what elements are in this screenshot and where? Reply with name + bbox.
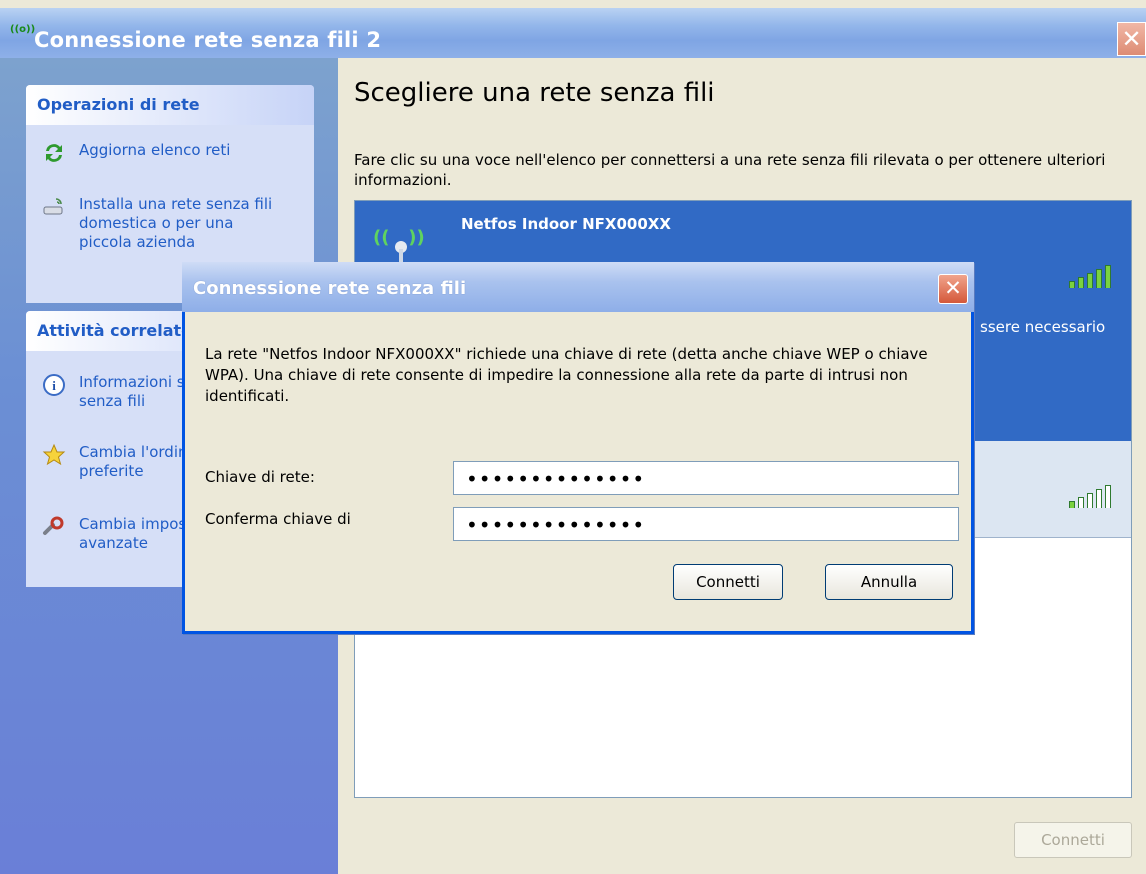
star-icon [42, 443, 66, 467]
signal-strength-icon [1069, 485, 1111, 508]
window-close-button[interactable]: ✕ [1117, 22, 1146, 56]
confirm-key-label: Conferma chiave di [205, 510, 351, 528]
network-key-input[interactable]: •••••••••••••• [453, 461, 959, 495]
network-tasks-heading: Operazioni di rete [26, 85, 314, 125]
dialog-titlebar[interactable]: Connessione rete senza fili ✕ [182, 262, 974, 312]
dialog-title: Connessione rete senza fili [193, 278, 467, 299]
setup-wizard-icon [42, 195, 66, 219]
refresh-icon [42, 141, 66, 165]
page-title: Scegliere una rete senza fili [354, 78, 715, 108]
task-label-line: Installa una rete senza fili [79, 195, 273, 213]
network-key-dialog: Connessione rete senza fili ✕ La rete "N… [182, 262, 974, 634]
svg-text:i: i [52, 378, 56, 393]
network-key-label: Chiave di rete: [205, 468, 315, 486]
connect-button[interactable]: Connetti [673, 564, 783, 600]
network-security-note: ssere necessario [980, 318, 1106, 336]
settings-icon [42, 515, 66, 539]
info-icon: i [42, 373, 66, 397]
confirm-key-input[interactable]: •••••••••••••• [453, 507, 959, 541]
task-label: Installa una rete senza fili domestica o… [79, 195, 272, 252]
task-label: Aggiorna elenco reti [79, 141, 231, 159]
page-description: Fare clic su una voce nell'elenco per co… [354, 151, 1106, 189]
cancel-button[interactable]: Annulla [825, 564, 953, 600]
dialog-message: La rete "Netfos Indoor NFX000XX" richied… [205, 345, 928, 405]
task-label-line: domestica o per una [79, 214, 234, 232]
task-label-line: piccola azienda [79, 233, 196, 251]
connect-button-disabled[interactable]: Connetti [1014, 822, 1132, 858]
dialog-close-button[interactable]: ✕ [938, 274, 968, 304]
signal-strength-icon [1069, 265, 1111, 288]
network-name: Netfos Indoor NFX000XX [461, 215, 671, 233]
wireless-connection-window: ((o)) Connessione rete senza fili 2 ✕ Op… [0, 0, 1146, 874]
window-titlebar[interactable]: ((o)) Connessione rete senza fili 2 ✕ [0, 8, 1146, 58]
window-title: Connessione rete senza fili 2 [34, 28, 382, 52]
wireless-icon: ((o)) [10, 24, 36, 35]
